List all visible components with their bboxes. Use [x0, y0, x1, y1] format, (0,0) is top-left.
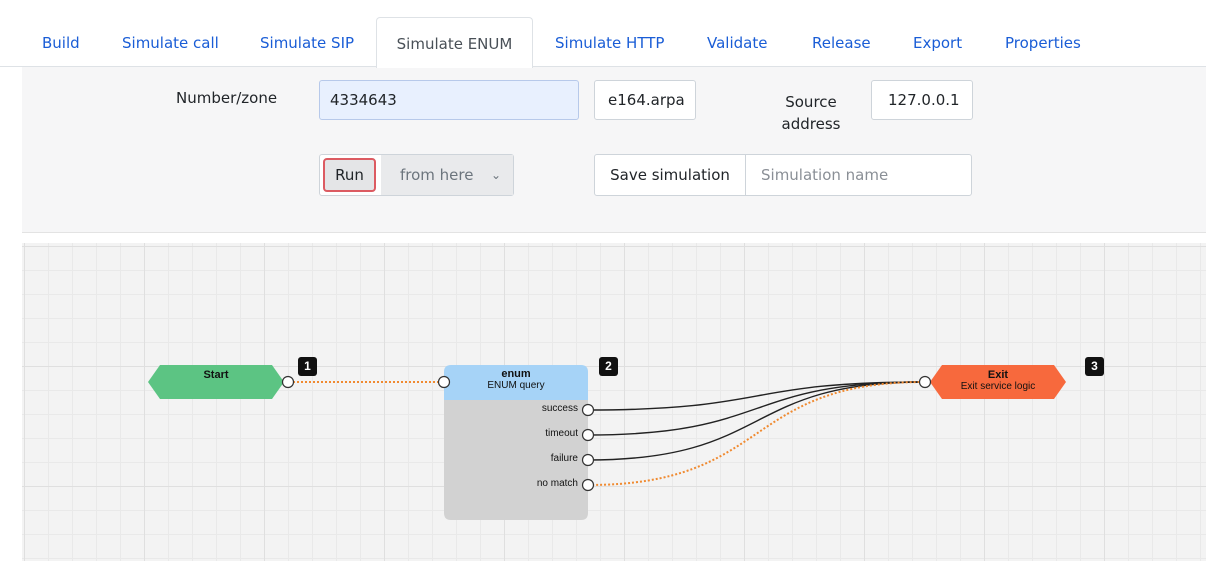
run-from-select[interactable]: from here ⌄: [381, 155, 513, 195]
exit-node-subtitle: Exit service logic: [960, 381, 1036, 392]
tab-properties[interactable]: Properties: [1005, 17, 1081, 66]
save-simulation-button[interactable]: Save simulation: [595, 155, 746, 195]
tab-simulate-sip[interactable]: Simulate SIP: [260, 17, 354, 66]
output-failure-label: failure: [550, 453, 578, 464]
tab-simulate-http[interactable]: Simulate HTTP: [555, 17, 664, 66]
flow-diagram: [148, 365, 1066, 520]
tab-validate[interactable]: Validate: [707, 17, 767, 66]
enum-failure-port[interactable]: [581, 453, 595, 467]
run-group: Run from here ⌄: [319, 154, 514, 196]
tab-build[interactable]: Build: [42, 17, 80, 66]
link-failure-exit[interactable]: [587, 381, 925, 461]
enum-node-title: enum: [501, 368, 531, 380]
run-button[interactable]: Run: [323, 158, 376, 192]
save-simulation-group: Save simulation Simulation name: [594, 154, 972, 196]
exit-input-port[interactable]: [918, 375, 932, 389]
tab-release[interactable]: Release: [812, 17, 871, 66]
exit-node-title: Exit: [987, 369, 1009, 381]
run-from-select-value: from here: [400, 166, 474, 184]
enum-success-port[interactable]: [581, 403, 595, 417]
source-address-label: Source address: [781, 91, 841, 135]
number-zone-label: Number/zone: [176, 89, 278, 107]
source-address-label-line2: address: [781, 115, 841, 133]
enum-node-badge: 2: [599, 357, 618, 376]
output-timeout-label: timeout: [545, 428, 578, 439]
simulation-form: Number/zone 4334643 e164.arpa Source add…: [22, 67, 1206, 233]
chevron-down-icon: ⌄: [490, 168, 501, 182]
start-output-port[interactable]: [281, 375, 295, 389]
exit-node-label: Exit Exit service logic: [932, 369, 1064, 392]
enum-node-subtitle: ENUM query: [487, 380, 545, 391]
link-success-exit[interactable]: [587, 381, 925, 411]
tab-simulate-enum[interactable]: Simulate ENUM: [376, 17, 533, 68]
output-no-match-label: no match: [536, 478, 578, 489]
tab-export[interactable]: Export: [913, 17, 962, 66]
enum-timeout-port[interactable]: [581, 428, 595, 442]
number-input[interactable]: 4334643: [319, 80, 579, 120]
simulation-name-input[interactable]: Simulation name: [746, 155, 971, 195]
zone-input[interactable]: e164.arpa: [594, 80, 696, 120]
tab-simulate-call[interactable]: Simulate call: [122, 17, 219, 66]
flow-canvas[interactable]: Start 1 enum ENUM query 2 success timeou…: [22, 243, 1206, 561]
enum-node-label: enum ENUM query: [444, 368, 588, 391]
exit-node-badge: 3: [1085, 357, 1104, 376]
source-address-input[interactable]: 127.0.0.1: [871, 80, 973, 120]
start-node-title: Start: [203, 369, 229, 381]
source-address-label-line1: Source: [785, 93, 837, 111]
output-success-label: success: [541, 403, 578, 414]
start-node-badge: 1: [298, 357, 317, 376]
start-node-label: Start: [160, 369, 272, 381]
enum-nomatch-port[interactable]: [581, 478, 595, 492]
tab-bar: Build Simulate call Simulate SIP Simulat…: [0, 0, 1206, 68]
